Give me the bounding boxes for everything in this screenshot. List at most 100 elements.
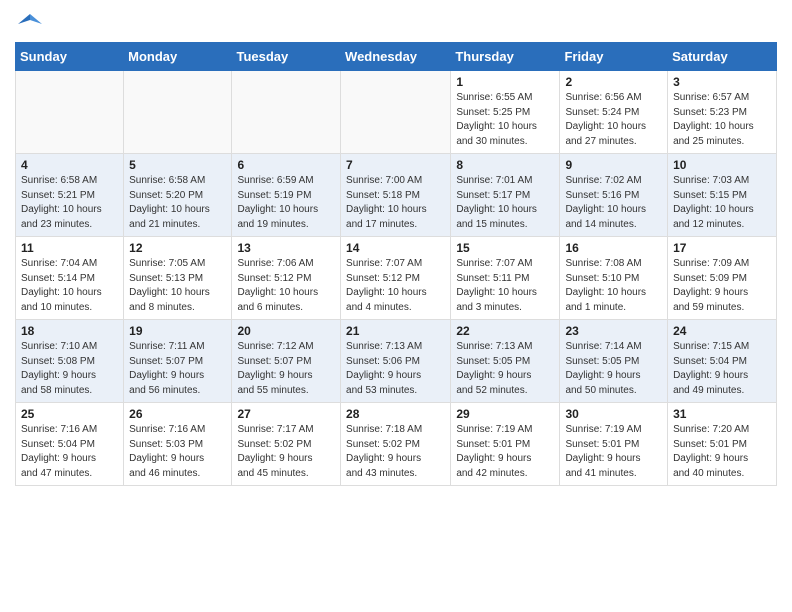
day-number: 25	[21, 407, 118, 421]
day-info: Sunrise: 7:13 AMSunset: 5:05 PMDaylight:…	[456, 340, 554, 398]
calendar-cell: 16Sunrise: 7:08 AMSunset: 5:10 PMDayligh…	[560, 237, 668, 320]
calendar-cell: 18 Sunrise: 7:10 AMSunset: 5:08 PMDayligh…	[16, 320, 124, 403]
day-info: Sunrise: 7:04 AMSunset: 5:14 PMDaylight:…	[21, 257, 118, 315]
day-info: Sunrise: 7:20 AMSunset: 5:01 PMDaylight:…	[673, 423, 771, 481]
calendar-cell: 29 Sunrise: 7:19 AMSunset: 5:01 PMDayligh…	[451, 403, 560, 486]
day-number: 31	[673, 407, 771, 421]
calendar-cell: 28 Sunrise: 7:18 AMSunset: 5:02 PMDayligh…	[341, 403, 451, 486]
calendar-cell: 19Sunrise: 7:11 AMSunset: 5:07 PMDayligh…	[124, 320, 232, 403]
day-info: Sunrise: 7:06 AMSunset: 5:12 PMDaylight:…	[237, 257, 335, 315]
day-number: 18	[21, 324, 118, 338]
day-header-friday: Friday	[560, 43, 668, 71]
day-number: 14	[346, 241, 445, 255]
calendar-cell: 21 Sunrise: 7:13 AMSunset: 5:06 PMDayligh…	[341, 320, 451, 403]
day-info: Sunrise: 7:09 AMSunset: 5:09 PMDaylight:…	[673, 257, 771, 315]
day-header-wednesday: Wednesday	[341, 43, 451, 71]
calendar-cell: 5 Sunrise: 6:58 AMSunset: 5:20 PMDaylight…	[124, 154, 232, 237]
calendar-week-1: 1 Sunrise: 6:55 AMSunset: 5:25 PMDaylight…	[16, 71, 777, 154]
day-info: Sunrise: 7:12 AMSunset: 5:07 PMDaylight:…	[237, 340, 335, 398]
calendar-cell	[341, 71, 451, 154]
day-info: Sunrise: 7:02 AMSunset: 5:16 PMDaylight:…	[565, 174, 662, 232]
day-info: Sunrise: 6:58 AMSunset: 5:21 PMDaylight:…	[21, 174, 118, 232]
calendar-week-3: 11 Sunrise: 7:04 AMSunset: 5:14 PMDayligh…	[16, 237, 777, 320]
calendar-cell: 12 Sunrise: 7:05 AMSunset: 5:13 PMDayligh…	[124, 237, 232, 320]
day-info: Sunrise: 7:13 AMSunset: 5:06 PMDaylight:…	[346, 340, 445, 398]
calendar-cell: 26 Sunrise: 7:16 AMSunset: 5:03 PMDayligh…	[124, 403, 232, 486]
day-number: 13	[237, 241, 335, 255]
day-number: 5	[129, 158, 226, 172]
day-info: Sunrise: 6:55 AMSunset: 5:25 PMDaylight:…	[456, 91, 554, 149]
day-info: Sunrise: 6:59 AMSunset: 5:19 PMDaylight:…	[237, 174, 335, 232]
day-info: Sunrise: 6:56 AMSunset: 5:24 PMDaylight:…	[565, 91, 662, 149]
calendar-header-row: SundayMondayTuesdayWednesdayThursdayFrid…	[16, 43, 777, 71]
calendar-cell: 31 Sunrise: 7:20 AMSunset: 5:01 PMDayligh…	[668, 403, 777, 486]
day-info: Sunrise: 7:19 AMSunset: 5:01 PMDaylight:…	[565, 423, 662, 481]
calendar-cell: 7Sunrise: 7:00 AMSunset: 5:18 PMDaylight…	[341, 154, 451, 237]
day-number: 10	[673, 158, 771, 172]
day-info: Sunrise: 7:11 AMSunset: 5:07 PMDaylight:…	[129, 340, 226, 398]
day-number: 29	[456, 407, 554, 421]
day-number: 8	[456, 158, 554, 172]
day-number: 1	[456, 75, 554, 89]
day-info: Sunrise: 7:03 AMSunset: 5:15 PMDaylight:…	[673, 174, 771, 232]
calendar-table: SundayMondayTuesdayWednesdayThursdayFrid…	[15, 42, 777, 486]
day-number: 30	[565, 407, 662, 421]
logo-bird-icon	[16, 10, 44, 38]
day-number: 28	[346, 407, 445, 421]
day-header-saturday: Saturday	[668, 43, 777, 71]
day-number: 12	[129, 241, 226, 255]
calendar-cell: 22Sunrise: 7:13 AMSunset: 5:05 PMDayligh…	[451, 320, 560, 403]
day-info: Sunrise: 7:16 AMSunset: 5:04 PMDaylight:…	[21, 423, 118, 481]
day-header-monday: Monday	[124, 43, 232, 71]
day-info: Sunrise: 7:18 AMSunset: 5:02 PMDaylight:…	[346, 423, 445, 481]
day-number: 16	[565, 241, 662, 255]
calendar-cell: 15 Sunrise: 7:07 AMSunset: 5:11 PMDayligh…	[451, 237, 560, 320]
calendar-cell: 20Sunrise: 7:12 AMSunset: 5:07 PMDayligh…	[232, 320, 341, 403]
calendar-cell: 25 Sunrise: 7:16 AMSunset: 5:04 PMDayligh…	[16, 403, 124, 486]
day-number: 4	[21, 158, 118, 172]
calendar-cell: 23 Sunrise: 7:14 AMSunset: 5:05 PMDayligh…	[560, 320, 668, 403]
day-number: 2	[565, 75, 662, 89]
day-number: 3	[673, 75, 771, 89]
day-info: Sunrise: 7:07 AMSunset: 5:11 PMDaylight:…	[456, 257, 554, 315]
day-number: 7	[346, 158, 445, 172]
calendar-cell: 10 Sunrise: 7:03 AMSunset: 5:15 PMDayligh…	[668, 154, 777, 237]
calendar-cell: 1 Sunrise: 6:55 AMSunset: 5:25 PMDaylight…	[451, 71, 560, 154]
day-number: 24	[673, 324, 771, 338]
calendar-cell: 2 Sunrise: 6:56 AMSunset: 5:24 PMDaylight…	[560, 71, 668, 154]
day-number: 21	[346, 324, 445, 338]
calendar-cell: 8 Sunrise: 7:01 AMSunset: 5:17 PMDaylight…	[451, 154, 560, 237]
day-number: 17	[673, 241, 771, 255]
day-info: Sunrise: 7:14 AMSunset: 5:05 PMDaylight:…	[565, 340, 662, 398]
day-number: 9	[565, 158, 662, 172]
day-number: 15	[456, 241, 554, 255]
day-number: 6	[237, 158, 335, 172]
day-info: Sunrise: 7:19 AMSunset: 5:01 PMDaylight:…	[456, 423, 554, 481]
day-info: Sunrise: 7:17 AMSunset: 5:02 PMDaylight:…	[237, 423, 335, 481]
day-info: Sunrise: 7:10 AMSunset: 5:08 PMDaylight:…	[21, 340, 118, 398]
day-info: Sunrise: 7:05 AMSunset: 5:13 PMDaylight:…	[129, 257, 226, 315]
calendar-cell	[124, 71, 232, 154]
day-info: Sunrise: 7:01 AMSunset: 5:17 PMDaylight:…	[456, 174, 554, 232]
header	[15, 10, 777, 34]
calendar-cell: 14 Sunrise: 7:07 AMSunset: 5:12 PMDayligh…	[341, 237, 451, 320]
day-header-thursday: Thursday	[451, 43, 560, 71]
calendar-cell: 13 Sunrise: 7:06 AMSunset: 5:12 PMDayligh…	[232, 237, 341, 320]
calendar-cell: 11 Sunrise: 7:04 AMSunset: 5:14 PMDayligh…	[16, 237, 124, 320]
day-info: Sunrise: 6:58 AMSunset: 5:20 PMDaylight:…	[129, 174, 226, 232]
calendar-cell: 6 Sunrise: 6:59 AMSunset: 5:19 PMDaylight…	[232, 154, 341, 237]
day-number: 23	[565, 324, 662, 338]
calendar-cell: 3Sunrise: 6:57 AMSunset: 5:23 PMDaylight…	[668, 71, 777, 154]
day-header-sunday: Sunday	[16, 43, 124, 71]
calendar-week-4: 18 Sunrise: 7:10 AMSunset: 5:08 PMDayligh…	[16, 320, 777, 403]
day-info: Sunrise: 7:07 AMSunset: 5:12 PMDaylight:…	[346, 257, 445, 315]
calendar-cell: 27Sunrise: 7:17 AMSunset: 5:02 PMDayligh…	[232, 403, 341, 486]
calendar-cell	[16, 71, 124, 154]
calendar-cell: 4 Sunrise: 6:58 AMSunset: 5:21 PMDaylight…	[16, 154, 124, 237]
day-number: 11	[21, 241, 118, 255]
calendar-cell: 17 Sunrise: 7:09 AMSunset: 5:09 PMDayligh…	[668, 237, 777, 320]
calendar-week-2: 4 Sunrise: 6:58 AMSunset: 5:21 PMDaylight…	[16, 154, 777, 237]
day-number: 26	[129, 407, 226, 421]
day-info: Sunrise: 7:16 AMSunset: 5:03 PMDaylight:…	[129, 423, 226, 481]
calendar-cell: 24Sunrise: 7:15 AMSunset: 5:04 PMDayligh…	[668, 320, 777, 403]
